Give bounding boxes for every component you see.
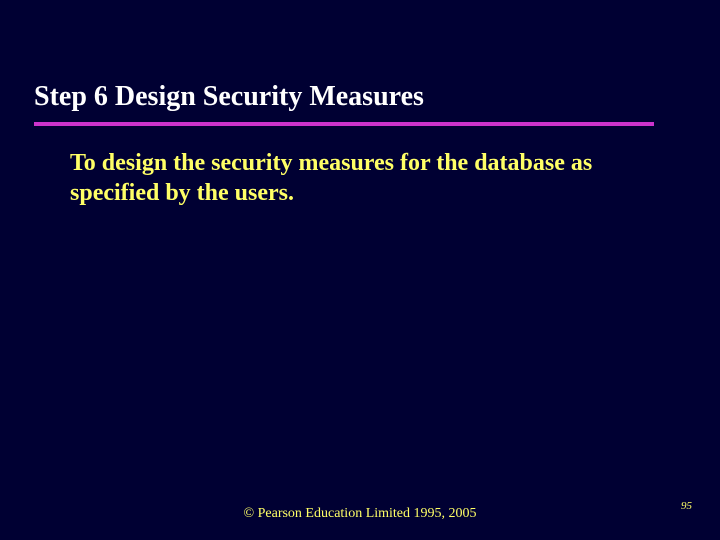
title-underline (34, 122, 654, 126)
slide-title-area: Step 6 Design Security Measures (34, 82, 654, 113)
footer-copyright: © Pearson Education Limited 1995, 2005 (0, 506, 720, 522)
page-number: 95 (681, 500, 692, 512)
slide-body-area: To design the security measures for the … (70, 148, 630, 208)
slide: Step 6 Design Security Measures To desig… (0, 0, 720, 540)
slide-title: Step 6 Design Security Measures (34, 81, 424, 112)
slide-body-text: To design the security measures for the … (70, 150, 592, 206)
